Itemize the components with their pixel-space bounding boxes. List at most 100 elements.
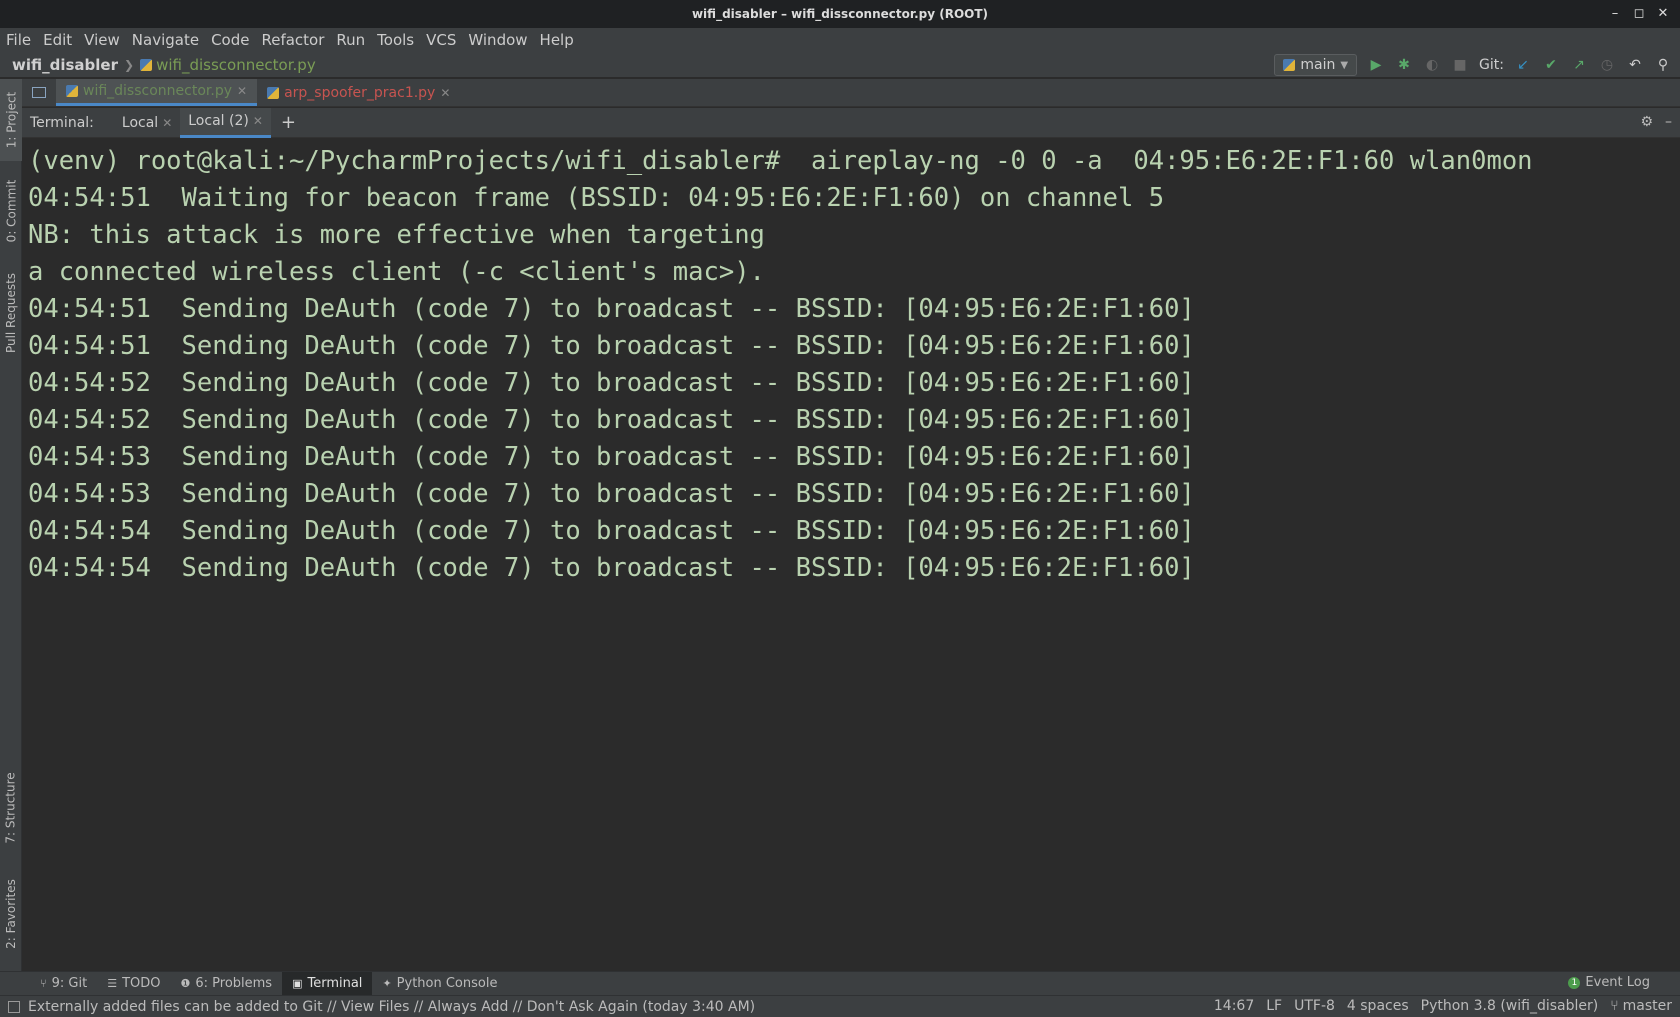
info-icon: ❶ xyxy=(180,977,191,990)
menu-help[interactable]: Help xyxy=(540,31,580,49)
file-encoding[interactable]: UTF-8 xyxy=(1294,998,1335,1014)
breadcrumb-project[interactable]: wifi_disabler xyxy=(12,56,118,74)
maximize-button[interactable]: ◻ xyxy=(1630,4,1648,22)
terminal-line: (venv) root@kali:~/PycharmProjects/wifi_… xyxy=(28,146,1533,176)
tool-problems[interactable]: ❶ 6: Problems xyxy=(170,972,282,996)
breadcrumb-file[interactable]: wifi_dissconnector.py xyxy=(140,56,316,74)
indent-setting[interactable]: 4 spaces xyxy=(1347,998,1409,1014)
breadcrumb-file-label: wifi_dissconnector.py xyxy=(156,55,316,74)
python-file-icon xyxy=(140,58,153,71)
tool-favorites[interactable]: 2: Favorites xyxy=(0,869,22,959)
history-icon[interactable]: ◷ xyxy=(1598,56,1616,74)
run-icon[interactable]: ▶ xyxy=(1367,56,1385,74)
git-branch-icon: ⑂ xyxy=(1610,998,1619,1014)
terminal-line: 04:54:54 Sending DeAuth (code 7) to broa… xyxy=(28,553,1195,583)
tool-structure[interactable]: 7: Structure xyxy=(0,763,22,853)
status-widgets: 14:67 LF UTF-8 4 spaces Python 3.8 (wifi… xyxy=(1214,998,1672,1014)
terminal-tab-local-2[interactable]: Local (2) ✕ xyxy=(180,107,271,138)
debug-icon[interactable]: ✱ xyxy=(1395,56,1413,74)
terminal-line: 04:54:52 Sending DeAuth (code 7) to broa… xyxy=(28,368,1195,398)
git-branch-icon: ⑂ xyxy=(40,977,47,990)
tool-python-console[interactable]: ✦ Python Console xyxy=(372,972,507,996)
editor-tab-label: arp_spoofer_prac1.py xyxy=(284,84,436,101)
search-icon[interactable]: ⚲ xyxy=(1654,56,1672,74)
close-tab-icon[interactable]: ✕ xyxy=(237,84,247,98)
window-controls: – ◻ ✕ xyxy=(1606,4,1672,22)
toolbar-actions: main ▼ ▶ ✱ ◐ ■ Git: ↙ ✔ ↗ ◷ ↶ ⚲ xyxy=(1274,54,1672,76)
tool-commit[interactable]: 0: Commit xyxy=(0,171,22,251)
git-branch-label: master xyxy=(1622,998,1672,1014)
terminal-line: 04:54:51 Waiting for beacon frame (BSSID… xyxy=(28,183,1165,213)
toggle-tool-windows-icon[interactable] xyxy=(8,1000,20,1013)
git-branch-widget[interactable]: ⑂ master xyxy=(1610,998,1672,1014)
gear-icon[interactable]: ⚙ xyxy=(1640,114,1653,130)
event-log-label: Event Log xyxy=(1585,975,1650,990)
status-message[interactable]: Externally added files can be added to G… xyxy=(28,999,755,1015)
tool-terminal-label: Terminal xyxy=(307,976,363,991)
editor-tab-arp-spoofer[interactable]: arp_spoofer_prac1.py ✕ xyxy=(257,79,460,106)
rollback-icon[interactable]: ↶ xyxy=(1626,56,1644,74)
tool-terminal[interactable]: ▣ Terminal xyxy=(282,971,373,996)
terminal-output[interactable]: (venv) root@kali:~/PycharmProjects/wifi_… xyxy=(22,139,1680,971)
git-update-icon[interactable]: ↙ xyxy=(1514,56,1532,74)
run-config-selector[interactable]: main ▼ xyxy=(1274,54,1358,76)
menu-navigate[interactable]: Navigate xyxy=(132,31,205,49)
event-log-button[interactable]: 1 Event Log xyxy=(1568,975,1650,990)
close-tab-icon[interactable]: ✕ xyxy=(440,86,450,100)
tool-pull-requests-label: Pull Requests xyxy=(4,272,19,354)
terminal-header-actions: ⚙ – xyxy=(1640,114,1672,130)
menu-refactor[interactable]: Refactor xyxy=(261,31,330,49)
interpreter-selector[interactable]: Python 3.8 (wifi_disabler) xyxy=(1421,998,1599,1014)
terminal-line: 04:54:54 Sending DeAuth (code 7) to broa… xyxy=(28,516,1195,546)
tool-git[interactable]: ⑂ 9: Git xyxy=(30,972,97,996)
menu-vcs[interactable]: VCS xyxy=(426,31,462,49)
stop-icon[interactable]: ■ xyxy=(1451,56,1469,74)
window-icon xyxy=(32,87,46,98)
python-icon xyxy=(1283,59,1296,71)
menu-edit[interactable]: Edit xyxy=(43,31,78,49)
run-config-label: main xyxy=(1300,57,1336,73)
caret-position[interactable]: 14:67 xyxy=(1214,998,1254,1014)
tool-window-bar: ⑂ 9: Git ☰ TODO ❶ 6: Problems ▣ Terminal… xyxy=(0,971,1680,996)
tool-python-console-label: Python Console xyxy=(396,976,498,991)
chevron-down-icon: ▼ xyxy=(1340,59,1349,71)
editor-tab-wifi-dissconnector[interactable]: wifi_dissconnector.py ✕ xyxy=(56,79,258,106)
close-tab-icon[interactable]: ✕ xyxy=(162,116,172,130)
editor-tabs: wifi_dissconnector.py ✕ arp_spoofer_prac… xyxy=(22,79,1680,107)
terminal-line: 04:54:51 Sending DeAuth (code 7) to broa… xyxy=(28,294,1195,324)
close-tab-icon[interactable]: ✕ xyxy=(253,114,263,128)
event-count-badge: 1 xyxy=(1568,976,1581,989)
left-tool-strip: 1: Project 0: Commit Pull Requests 7: St… xyxy=(0,79,22,971)
editor-tabs-toggle[interactable] xyxy=(22,79,56,106)
menu-file[interactable]: File xyxy=(6,31,37,49)
tool-pull-requests[interactable]: Pull Requests xyxy=(0,263,22,363)
python-file-icon xyxy=(267,86,280,99)
terminal-tab-label: Local (2) xyxy=(188,113,249,129)
tool-todo[interactable]: ☰ TODO xyxy=(97,972,170,996)
git-push-icon[interactable]: ↗ xyxy=(1570,56,1588,74)
menu-code[interactable]: Code xyxy=(211,31,255,49)
git-commit-icon[interactable]: ✔ xyxy=(1542,56,1560,74)
terminal-header: Terminal: Local ✕ Local (2) ✕ + ⚙ – xyxy=(22,107,1680,138)
menu-run[interactable]: Run xyxy=(336,31,371,49)
tool-project[interactable]: 1: Project xyxy=(0,79,22,161)
status-bar: Externally added files can be added to G… xyxy=(0,995,1680,1017)
terminal-tab-local[interactable]: Local ✕ xyxy=(114,108,180,138)
list-icon: ☰ xyxy=(107,977,118,990)
new-terminal-tab-icon[interactable]: + xyxy=(281,112,296,133)
menu-tools[interactable]: Tools xyxy=(377,31,420,49)
hide-panel-icon[interactable]: – xyxy=(1665,114,1672,130)
minimize-button[interactable]: – xyxy=(1606,4,1624,22)
close-window-button[interactable]: ✕ xyxy=(1654,4,1672,22)
breadcrumb-separator-icon: ❯ xyxy=(124,57,135,72)
menu-window[interactable]: Window xyxy=(468,31,533,49)
menu-view[interactable]: View xyxy=(84,31,126,49)
python-file-icon xyxy=(66,85,78,97)
title-bar: wifi_disabler – wifi_dissconnector.py (R… xyxy=(0,0,1680,28)
line-separator[interactable]: LF xyxy=(1266,998,1282,1014)
tool-commit-label: 0: Commit xyxy=(4,179,19,243)
coverage-icon[interactable]: ◐ xyxy=(1423,56,1441,74)
terminal-line: 04:54:51 Sending DeAuth (code 7) to broa… xyxy=(28,331,1195,361)
terminal-icon: ▣ xyxy=(292,977,303,990)
tool-project-label: 1: Project xyxy=(4,91,18,149)
